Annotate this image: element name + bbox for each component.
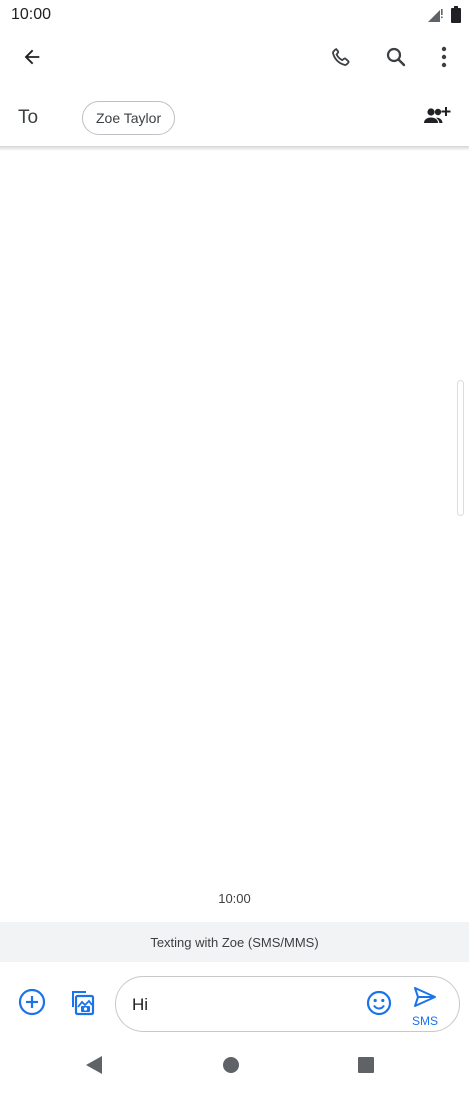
search-icon bbox=[384, 45, 408, 74]
app-bar bbox=[0, 30, 469, 88]
message-timestamp: 10:00 bbox=[218, 891, 251, 906]
more-options-button[interactable] bbox=[424, 39, 464, 79]
emoji-button[interactable] bbox=[359, 985, 399, 1025]
nav-back-icon bbox=[85, 1055, 103, 1080]
add-recipient-button[interactable] bbox=[417, 98, 457, 138]
compose-bar: SMS bbox=[0, 962, 469, 1044]
status-bar: 10:00 bbox=[0, 0, 469, 30]
emoji-icon bbox=[366, 990, 392, 1021]
battery-icon bbox=[451, 6, 461, 28]
recipient-row: To Zoe Taylor bbox=[0, 90, 469, 146]
back-button[interactable] bbox=[12, 39, 52, 79]
add-people-icon bbox=[423, 106, 451, 131]
add-attachment-button[interactable] bbox=[12, 984, 52, 1024]
nav-recents-icon bbox=[357, 1056, 375, 1079]
more-vert-icon bbox=[441, 46, 447, 73]
gallery-button[interactable] bbox=[60, 984, 100, 1024]
phone-icon bbox=[329, 45, 353, 74]
add-circle-icon bbox=[18, 988, 46, 1021]
nav-recents-button[interactable] bbox=[346, 1047, 386, 1087]
nav-back-button[interactable] bbox=[74, 1047, 114, 1087]
gallery-icon bbox=[65, 987, 95, 1022]
scrollbar[interactable] bbox=[457, 380, 464, 516]
status-icons bbox=[427, 6, 461, 28]
system-nav-bar bbox=[0, 1044, 469, 1096]
header-divider bbox=[0, 146, 469, 151]
texting-info-banner: Texting with Zoe (SMS/MMS) bbox=[0, 922, 469, 962]
send-type-label: SMS bbox=[411, 1014, 438, 1028]
search-button[interactable] bbox=[376, 39, 416, 79]
signal-icon bbox=[427, 7, 445, 28]
nav-home-icon bbox=[222, 1056, 240, 1079]
send-button[interactable]: SMS bbox=[407, 986, 443, 1028]
status-time: 10:00 bbox=[11, 6, 52, 23]
nav-home-button[interactable] bbox=[211, 1047, 251, 1087]
to-label: To bbox=[18, 107, 39, 128]
recipient-chip[interactable]: Zoe Taylor bbox=[82, 101, 176, 135]
back-arrow-icon bbox=[21, 46, 43, 73]
send-icon bbox=[413, 986, 437, 1013]
message-input-container[interactable]: SMS bbox=[115, 976, 460, 1032]
call-button[interactable] bbox=[321, 39, 361, 79]
message-input[interactable] bbox=[132, 995, 352, 1015]
